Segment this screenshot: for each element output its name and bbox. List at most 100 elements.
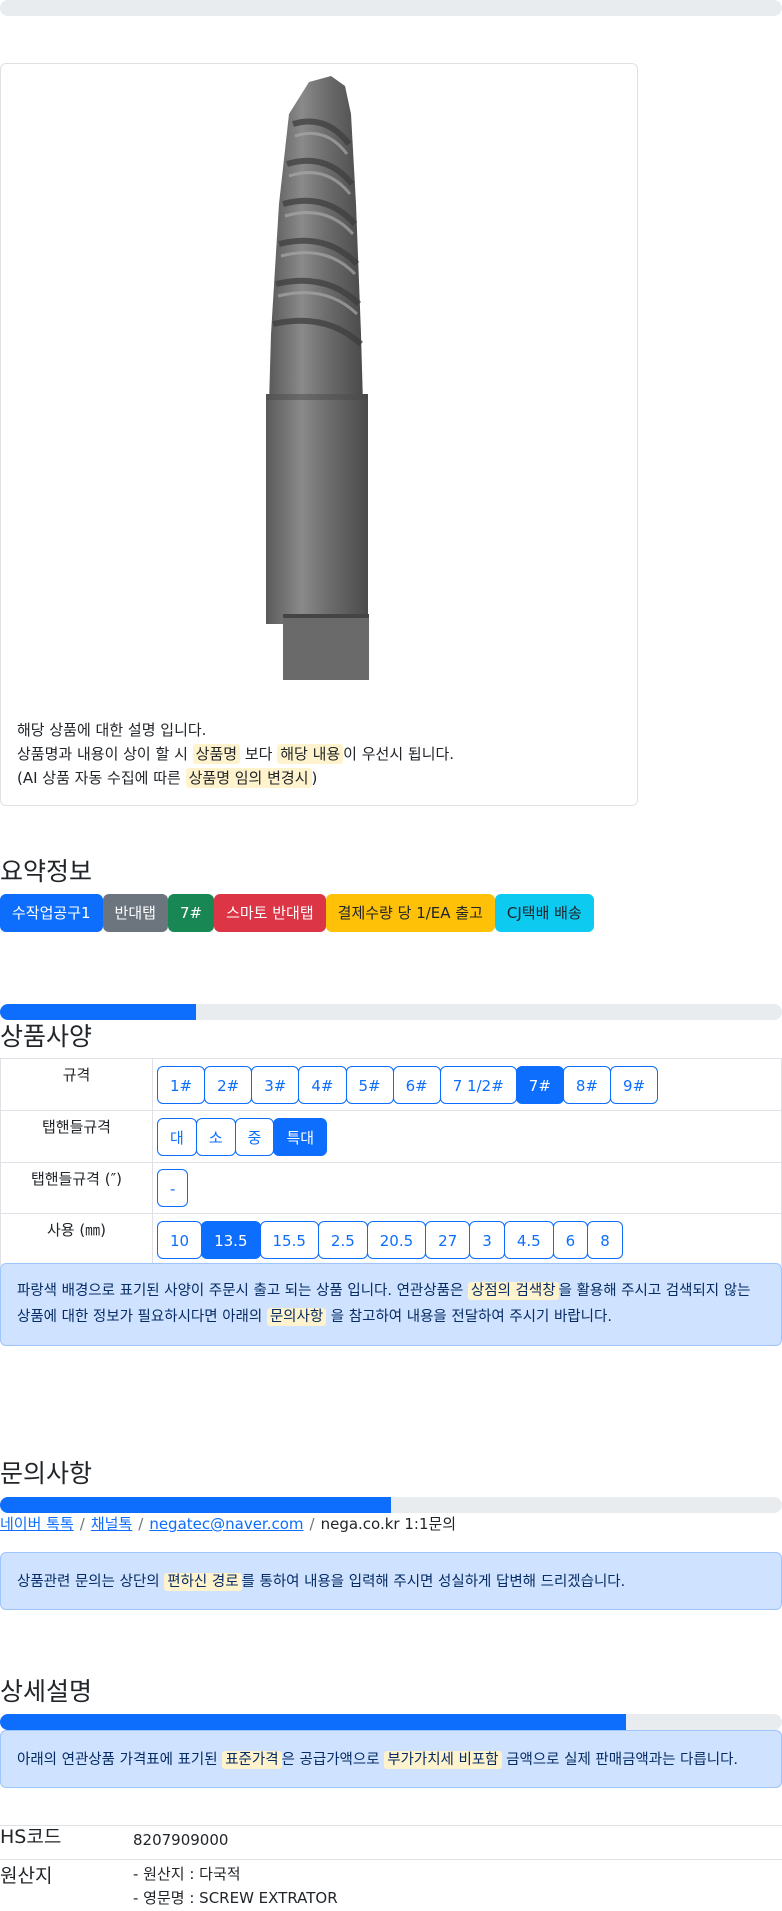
spec-label: 사용 (㎜) [0,1213,153,1266]
english-name-line: - 영문명 : SCREW EXTRATOR [133,1889,338,1907]
spec-label: 탭핸들규격 [0,1110,153,1163]
highlight: 부가가치세 비포함 [384,1751,502,1769]
spec-option-button[interactable]: 27 [425,1220,471,1259]
spec-option-button[interactable]: 3# [251,1065,300,1104]
inquiry-progress-fill [0,1497,391,1513]
spec-notice: 파랑색 배경으로 표기된 사양이 주문시 출고 되는 상품 입니다. 연관상품은… [0,1263,782,1346]
spec-table: 규격 1# 2# 3# 4# 5# 6# 7 1/2# 7# 8# 9# 탭핸들규격 대 소 중 특대 … [0,1058,782,1266]
summary-title: 요약정보 [0,857,93,886]
text: (AI 상품 자동 수집에 따른 [17,769,186,787]
spec-option-button[interactable]: 2.5 [317,1220,368,1259]
email-link[interactable]: negatec@naver.com [149,1515,303,1533]
inquiry-links: 네이버 톡톡 / 채널톡 / negatec@naver.com / nega.co.kr … [0,1513,456,1534]
spec-option-button[interactable]: 소 [195,1117,236,1156]
badge-quantity: 결제수량 당 1/EA 출고 [325,894,495,932]
detail-notice: 아래의 연관상품 가격표에 표기된 표준가격 은 공급가액으로 부가가치세 비포함… [0,1730,782,1788]
spec-row: 탭핸들규격 대 소 중 특대 [0,1110,782,1163]
channel-talk-link[interactable]: 채널톡 [91,1515,132,1533]
origin-line: - 원산지 : 다국적 [133,1865,241,1883]
hs-code-label: HS코드 [0,1826,62,1848]
spec-option-button[interactable]: 8# [562,1065,612,1104]
hs-code-value: 8207909000 [133,1831,229,1849]
badge-type: 반대탭 [102,894,168,932]
text: ) [311,769,318,787]
text: 상품관련 문의는 상단의 [17,1574,165,1590]
spec-option-button[interactable]: 6 [552,1220,589,1259]
spec-options: 10 13.5 15.5 2.5 20.5 27 3 4.5 6 8 [152,1213,782,1266]
text: 을 참고하여 내용을 전달하여 주시기 바랍니다. [326,1309,612,1325]
spec-row: 탭핸들규격 (″) - [0,1162,782,1214]
separator: / [138,1515,144,1533]
spec-option-button[interactable]: 10 [157,1220,203,1259]
inquiry-title: 문의사항 [0,1459,93,1488]
badge-category: 수작업공구1 [0,894,103,932]
spec-option-button[interactable]: 7# [515,1065,564,1104]
spec-options: 대 소 중 특대 [152,1110,782,1163]
badge-brand: 스마토 반대탭 [214,894,326,932]
spec-label: 탭핸들규격 (″) [0,1162,153,1214]
spec-option-button[interactable]: 5# [345,1065,394,1104]
spec-label: 규격 [0,1058,153,1111]
spec-row: 규격 1# 2# 3# 4# 5# 6# 7 1/2# 7# 8# 9# [0,1058,782,1111]
text: 아래의 연관상품 가격표에 표기된 [17,1752,223,1768]
highlight: 표준가격 [222,1751,282,1769]
highlight: 상점의 검색창 [467,1282,559,1300]
spec-progress [0,1004,782,1020]
spec-row: 사용 (㎜) 10 13.5 15.5 2.5 20.5 27 3 4.5 6 8 [0,1213,782,1266]
spec-option-button[interactable]: 6# [392,1065,441,1104]
spec-option-button[interactable]: 9# [610,1065,659,1104]
text: 상품명과 내용이 상이 할 시 [17,745,193,763]
text: 보다 [240,745,278,763]
text: 파랑색 배경으로 표기된 사양이 주문시 출고 되는 상품 입니다. 연관상품은 [17,1283,468,1299]
naver-talktalk-link[interactable]: 네이버 톡톡 [0,1515,74,1533]
spec-option-button[interactable]: 8 [587,1220,623,1259]
spec-option-button[interactable]: 20.5 [366,1220,427,1259]
spec-option-button[interactable]: 7 1/2# [439,1065,517,1104]
text: 금액으로 실제 판매금액과는 다릅니다. [501,1752,739,1768]
text: 를 통하여 내용을 입력해 주시면 성실하게 답변해 드리겠습니다. [241,1574,626,1590]
text: 은 공급가액으로 [281,1752,385,1768]
badge-shipping: CJ택배 배송 [494,894,594,932]
spec-option-button[interactable]: 2# [204,1065,253,1104]
highlight: 편하신 경로 [164,1573,242,1591]
inquiry-progress [0,1497,782,1513]
separator: / [79,1515,85,1533]
spec-option-button[interactable]: 1# [157,1065,206,1104]
description-line-3: (AI 상품 자동 수집에 따른 상품명 임의 변경시) [17,766,454,790]
highlight: 해당 내용 [277,744,344,764]
spec-option-button[interactable]: 15.5 [259,1220,319,1259]
top-bar [0,0,782,16]
product-image [266,76,369,680]
product-description: 해당 상품에 대한 설명 입니다. 상품명과 내용이 상이 할 시 상품명 보다… [17,718,454,790]
spec-option-button[interactable]: 중 [234,1117,275,1156]
detail-title: 상세설명 [0,1677,93,1706]
origin-label: 원산지 [0,1865,53,1887]
product-card [0,63,638,806]
site-inquiry-text: nega.co.kr 1:1문의 [320,1515,457,1533]
spec-title: 상품사양 [0,1022,93,1051]
spec-option-button[interactable]: 13.5 [201,1220,261,1259]
origin-row: 원산지 - 원산지 : 다국적 - 영문명 : SCREW EXTRATOR [0,1859,782,1911]
highlight: 상품명 임의 변경시 [185,768,312,788]
badge-size: 7# [167,894,215,932]
spec-option-button[interactable]: 대 [157,1117,197,1156]
spec-option-button[interactable]: 4# [298,1065,347,1104]
description-line-2: 상품명과 내용이 상이 할 시 상품명 보다 해당 내용 이 우선시 됩니다. [17,742,454,766]
highlight: 상품명 [192,744,241,764]
highlight: 문의사항 [266,1308,327,1326]
summary-badges: 수작업공구1 반대탭 7# 스마토 반대탭 결제수량 당 1/EA 출고 CJ택배 배송 [0,894,594,932]
origin-value: - 원산지 : 다국적 - 영문명 : SCREW EXTRATOR [133,1862,338,1910]
text: 이 우선시 됩니다. [343,745,455,763]
spec-option-button[interactable]: 4.5 [503,1220,554,1259]
hs-code-row: HS코드 8207909000 [0,1825,782,1860]
description-line-1: 해당 상품에 대한 설명 입니다. [17,721,207,739]
spec-option-button[interactable]: 3 [469,1220,505,1259]
spec-option-button[interactable]: - [157,1169,189,1207]
detail-progress [0,1714,782,1730]
spec-options: - [152,1162,782,1214]
detail-progress-fill [0,1714,626,1730]
separator: / [309,1515,315,1533]
spec-option-button[interactable]: 특대 [273,1117,328,1156]
inquiry-notice: 상품관련 문의는 상단의 편하신 경로 를 통하여 내용을 입력해 주시면 성실하… [0,1552,782,1610]
spec-options: 1# 2# 3# 4# 5# 6# 7 1/2# 7# 8# 9# [152,1058,782,1111]
